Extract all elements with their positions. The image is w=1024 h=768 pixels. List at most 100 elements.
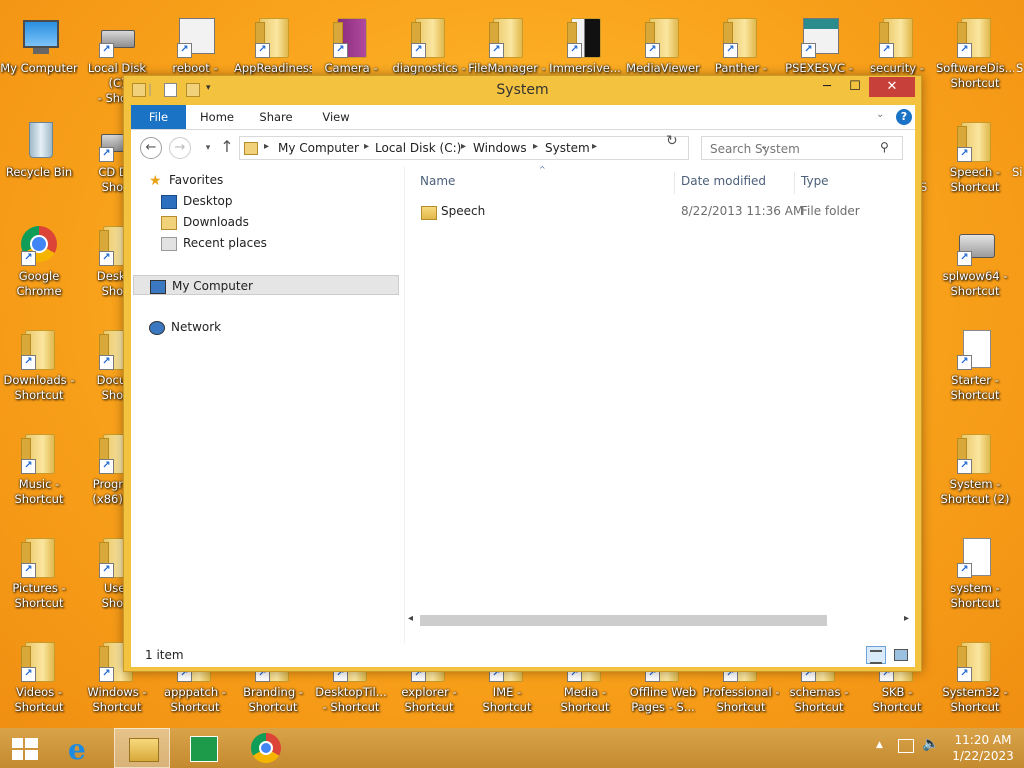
desktop-icon-system32[interactable]: ↗ System32 - Shortcut [936,632,1014,728]
explorer-window: | ▾ System ─ ☐ ✕ File Home Share View ⌄ … [123,75,922,672]
help-icon[interactable]: ? [896,109,912,125]
folder-icon: ↗ [255,14,291,58]
nav-network[interactable]: Network [149,317,221,337]
status-bar: 1 item [131,643,915,667]
tab-home[interactable]: Home [191,105,243,129]
taskbar-store[interactable] [176,728,232,768]
desktop-icon-system-2[interactable]: ↗ System - Shortcut (2) [936,424,1014,524]
maximize-button[interactable]: ☐ [842,77,868,97]
horizontal-scrollbar[interactable]: ◂ ▸ [406,611,915,628]
desktop-icon-splwow64[interactable]: ↗ splwow64 - Shortcut [936,216,1014,316]
store-icon [190,736,218,762]
show-hidden-icons-icon[interactable]: ▲ [876,740,883,750]
search-input[interactable] [708,140,880,158]
scroll-right-icon[interactable]: ▸ [904,613,909,624]
volume-icon[interactable]: 🔈 [922,736,939,752]
tab-share[interactable]: Share [251,105,301,129]
printer-icon: ↗ [957,222,995,266]
column-header-date-modified[interactable]: Date modified [681,174,766,188]
system-clock[interactable]: 11:20 AM 1/22/2023 [950,732,1016,764]
taskbar-internet-explorer[interactable]: e [58,728,114,768]
nav-label: Downloads [183,215,249,229]
column-divider[interactable] [794,172,795,194]
desktop-icon-label: PSEXESVC - [785,61,853,75]
desktop-icon-label: MediaViewer [626,61,700,75]
sort-ascending-icon: ^ [539,165,546,174]
column-divider[interactable] [674,172,675,194]
folder-icon: ↗ [411,14,447,58]
desktop-icon-label: Speech - Shortcut [949,165,1001,194]
refresh-icon[interactable]: ↻ [666,133,678,149]
desktop-icon-pictures[interactable]: ↗ Pictures - Shortcut [0,528,78,628]
folder-icon: ↗ [957,430,993,474]
desktop-icon-music[interactable]: ↗ Music - Shortcut [0,424,78,524]
large-icons-view-button[interactable] [891,646,911,664]
close-button[interactable]: ✕ [869,77,915,97]
network-status-icon[interactable] [898,739,914,753]
nav-label: Desktop [183,194,233,208]
scroll-left-icon[interactable]: ◂ [408,613,413,624]
forward-button[interactable]: → [169,137,191,159]
desktop-icon-label: Videos - Shortcut [14,685,64,714]
desktop-icon-system-shortcut[interactable]: ↗ system - Shortcut [936,528,1014,628]
desktop-icon-videos[interactable]: ↗ Videos - Shortcut [0,632,78,728]
minimize-button[interactable]: ─ [814,77,840,97]
tab-file[interactable]: File [131,105,186,129]
chevron-right-icon[interactable]: ▸ [364,141,369,152]
breadcrumb-my-computer[interactable]: My Computer [278,141,359,155]
desktop-icon-label: apppatch - Shortcut [164,685,226,714]
desktop-icon-downloads[interactable]: ↗ Downloads - Shortcut [0,320,78,420]
back-button[interactable]: ← [140,137,162,159]
column-header-name[interactable]: Name [420,174,455,188]
file-name: Speech [441,204,486,218]
details-view-button[interactable] [866,646,886,664]
nav-recent-places[interactable]: Recent places [161,233,267,253]
chevron-right-icon[interactable]: ▸ [264,141,269,152]
content-area: ★ Favorites Desktop Downloads Recent plac… [131,165,915,643]
breadcrumb-local-disk[interactable]: Local Disk (C:) [375,141,461,155]
start-button[interactable] [0,728,56,768]
nav-favorites[interactable]: ★ Favorites [149,170,223,190]
search-icon[interactable]: ⚲ [880,140,889,154]
desktop-icon-speech[interactable]: ↗ Speech - Shortcut [936,112,1014,212]
scrollbar-thumb[interactable] [420,615,827,626]
desktop-icon-label: Offline Web Pages - S... [629,685,697,714]
chevron-right-icon[interactable]: ▸ [533,141,538,152]
chevron-down-icon[interactable]: ⌄ [876,109,890,120]
desktop-icon-google-chrome[interactable]: ↗ Google Chrome [0,216,78,316]
up-arrow-icon[interactable]: ↑ [216,137,238,159]
nav-label: Recent places [183,236,267,250]
folder-icon: ↗ [21,430,57,474]
desktop-icon-label: Branding - Shortcut [243,685,303,714]
folder-icon: ↗ [489,14,525,58]
address-bar[interactable]: ▸ My Computer ▸ Local Disk (C:) ▸ Window… [239,136,768,160]
desktop-icon-softwaredis[interactable]: ↗ SoftwareDis... Shortcut [936,8,1014,108]
desktop-icon-label: Camera - [324,61,378,75]
column-header-type[interactable]: Type [801,174,829,188]
breadcrumb-system[interactable]: System [545,141,590,155]
nav-downloads[interactable]: Downloads [161,212,249,232]
desktop-icon-starter[interactable]: ↗ Starter - Shortcut [936,320,1014,420]
document-icon: ↗ [957,326,993,370]
tab-view[interactable]: View [311,105,361,129]
desktop-icon-label: Media - Shortcut [560,685,610,714]
taskbar-file-explorer[interactable] [114,728,170,768]
search-box[interactable]: ⚲ [701,136,903,160]
chrome-icon: ↗ [21,222,57,266]
desktop-icon-recycle-bin[interactable]: Recycle Bin [0,112,78,212]
chevron-right-icon[interactable]: ▸ [461,141,466,152]
desktop-icon-label: Starter - Shortcut [950,373,1000,402]
nav-desktop[interactable]: Desktop [161,191,233,211]
nav-my-computer[interactable]: My Computer [133,275,399,295]
folder-icon: ↗ [21,326,57,370]
desktop-icon [161,194,177,209]
clock-time: 11:20 AM [954,733,1012,747]
desktop-icon-my-computer[interactable]: My Computer [0,8,78,108]
chevron-right-icon[interactable]: ▸ [592,141,597,152]
desktop-icon-label: Recycle Bin [5,165,73,179]
breadcrumb-windows[interactable]: Windows [473,141,527,155]
app-icon: ↗ [801,14,839,58]
title-bar[interactable]: | ▾ System ─ ☐ ✕ [124,76,921,104]
desktop-icon-label: Downloads - Shortcut [3,373,75,402]
taskbar-chrome[interactable] [238,728,294,768]
